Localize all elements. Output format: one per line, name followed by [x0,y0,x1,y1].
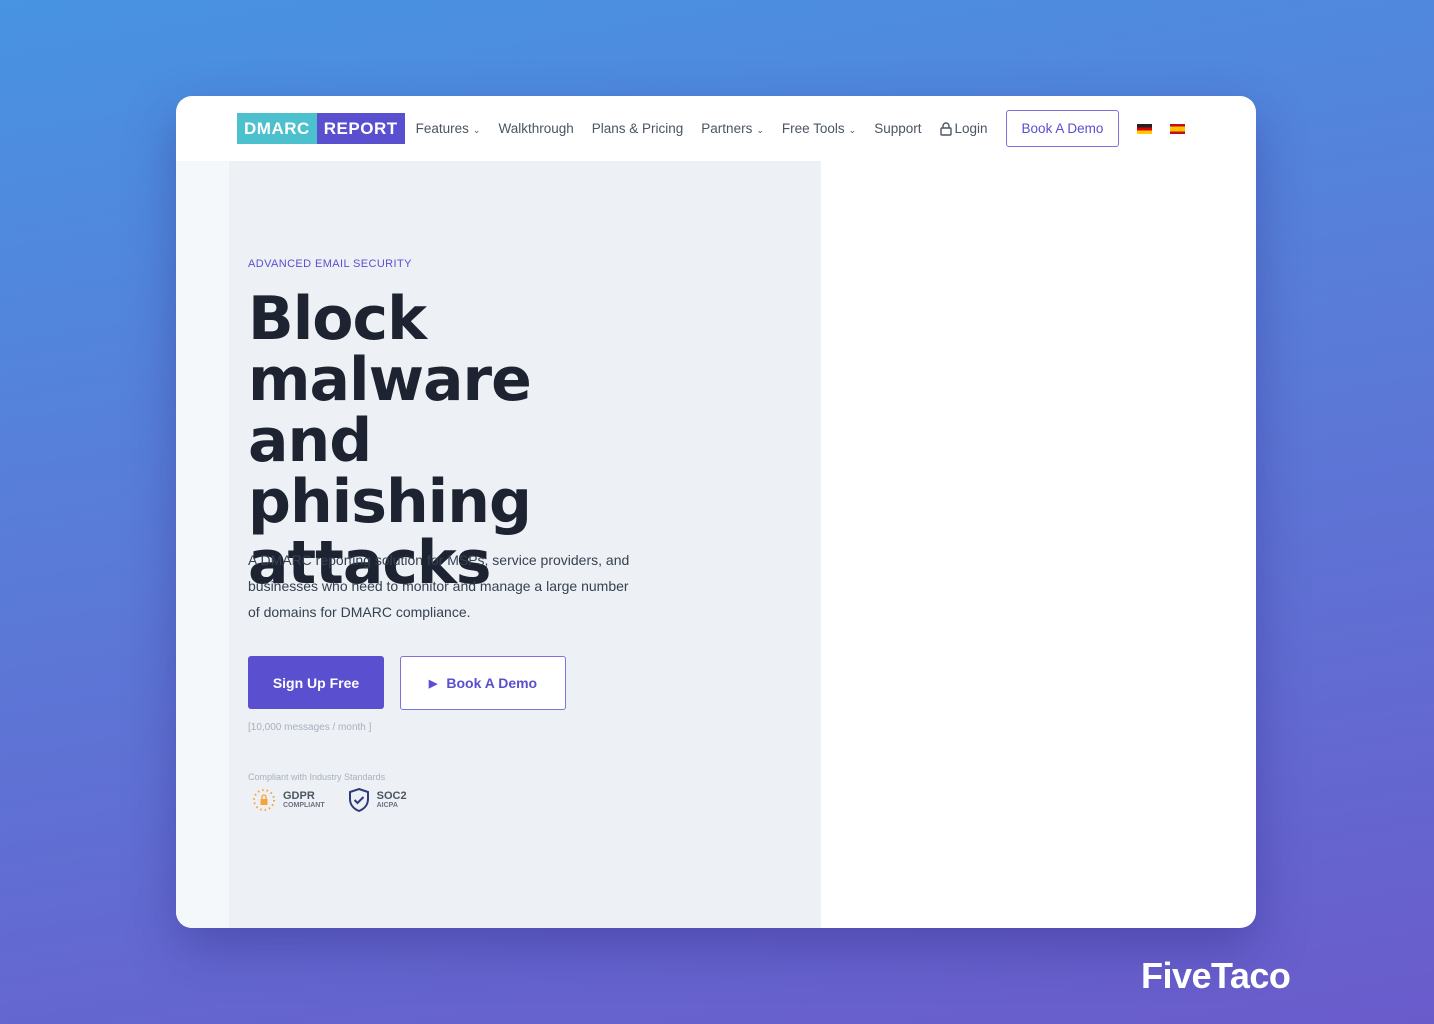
logo[interactable]: DMARC REPORT [237,113,405,144]
nav-book-demo-button[interactable]: Book A Demo [1005,110,1120,147]
chevron-down-icon: ⌄ [756,125,764,135]
play-icon: ▶ [428,677,438,690]
nav-free-tools[interactable]: Free Tools ⌄ [782,121,856,136]
flag-german-icon[interactable] [1137,123,1153,134]
flag-spanish-icon[interactable] [1170,123,1186,134]
nav-support[interactable]: Support [874,121,921,136]
soc2-badge: SOC2 AICPA [347,787,407,813]
nav-label: Features [415,121,469,136]
gdpr-lock-icon [253,789,275,811]
hero-description: A DMARC reporting solution for MSPs, ser… [248,552,630,620]
nav-features[interactable]: Features ⌄ [416,121,481,136]
top-nav: DMARC REPORT Features ⌄ Walkthrough Plans… [176,96,1256,161]
gdpr-badge: GDPR COMPLIANT [251,787,325,813]
chevron-down-icon: ⌄ [848,125,857,135]
shield-check-icon [348,787,369,813]
hero-section: ADVANCED EMAIL SECURITY Block malware an… [229,161,821,928]
login-label: Login [954,121,988,136]
badge-title: SOC2 [376,790,407,802]
nav-partners[interactable]: Partners ⌄ [701,121,764,136]
book-demo-label: Book A Demo [446,675,538,691]
nav-plans-pricing[interactable]: Plans & Pricing [592,121,684,136]
logo-left: DMARC [237,113,317,144]
eyebrow: ADVANCED EMAIL SECURITY [248,258,412,270]
browser-card: DMARC REPORT Features ⌄ Walkthrough Plans… [176,96,1256,928]
lock-icon [939,121,952,136]
sign-up-button[interactable]: Sign Up Free [248,656,384,709]
nav-label: Partners [701,121,753,136]
badge-subtitle: COMPLIANT [283,802,325,809]
badge-title: GDPR [283,790,315,802]
compliance-label: Compliant with Industry Standards [248,772,386,782]
chevron-down-icon: ⌄ [472,125,481,135]
book-demo-button[interactable]: ▶ Book A Demo [400,656,566,710]
badge-subtitle: AICPA [376,802,398,809]
plan-note: [10,000 messages / month ] [248,722,372,733]
logo-right: REPORT [316,113,405,144]
fivetaco-watermark: FiveTaco [1141,955,1291,996]
left-strip [176,161,229,928]
nav-walkthrough[interactable]: Walkthrough [498,121,573,136]
nav-login[interactable]: Login [939,121,988,136]
nav-label: Free Tools [781,121,845,136]
